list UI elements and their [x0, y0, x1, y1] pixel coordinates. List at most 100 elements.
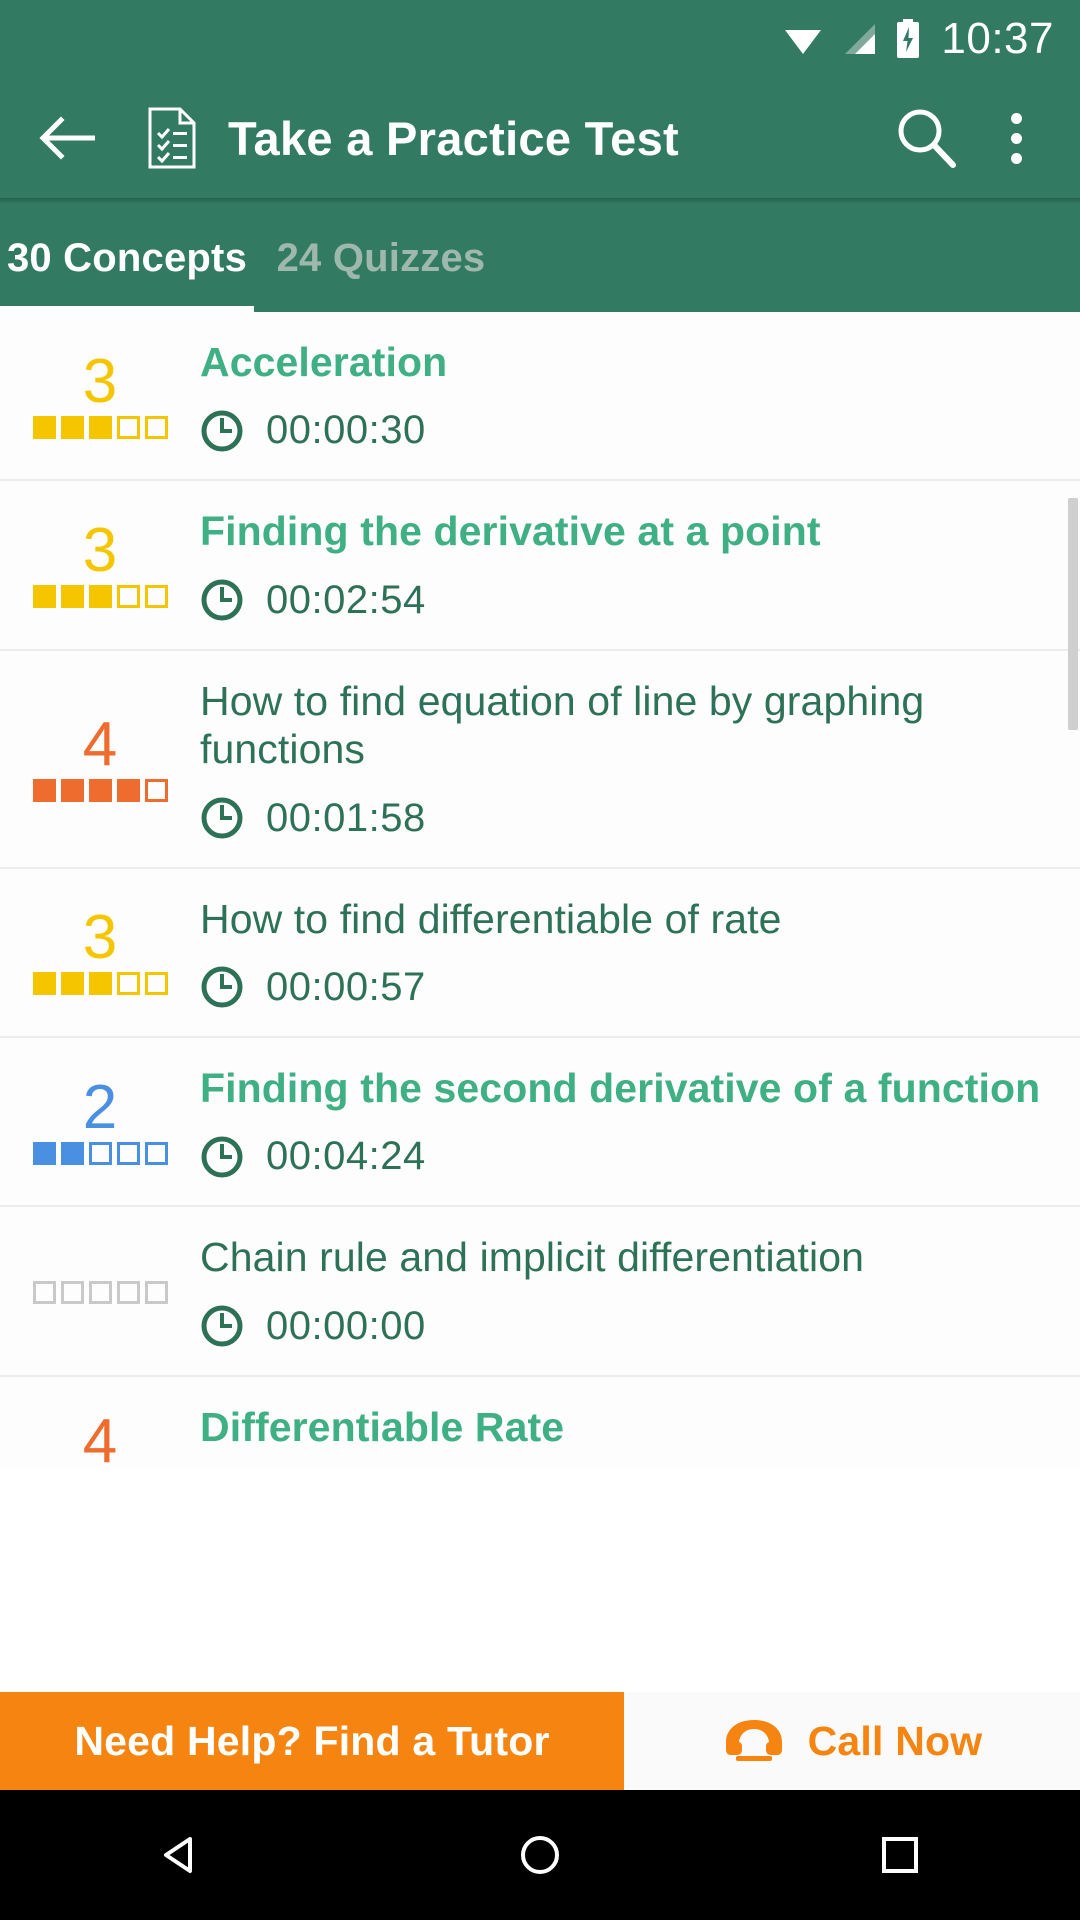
score-badge: 3	[0, 907, 200, 996]
score-square-filled	[60, 415, 84, 439]
score-square-empty	[116, 972, 140, 996]
back-button[interactable]	[34, 103, 104, 173]
concept-title[interactable]: Acceleration	[200, 338, 1050, 386]
concept-row[interactable]: 2 Finding the second derivative of a func…	[0, 1037, 1080, 1208]
concept-row[interactable]: 4 How to find equation of line by graphin…	[0, 650, 1080, 869]
concept-row[interactable]: 3 Finding the derivative at a point 00:02:…	[0, 481, 1080, 651]
page-title: Take a Practice Test	[228, 111, 680, 165]
score-square-filled	[32, 778, 56, 802]
find-tutor-button[interactable]: Need Help? Find a Tutor	[0, 1692, 624, 1790]
concept-time: 00:00:30	[200, 408, 1050, 453]
signal-icon	[839, 22, 879, 56]
score-square-filled	[116, 778, 140, 802]
tab-bar: 30 Concepts 24 Quizzes	[0, 204, 1080, 312]
score-square-filled	[32, 972, 56, 996]
concept-time-value: 00:02:54	[266, 577, 426, 622]
score-badge: 2	[0, 1076, 200, 1165]
clock-icon	[200, 1304, 244, 1348]
nav-back-button[interactable]	[105, 1790, 255, 1920]
concept-content: Acceleration 00:00:30	[200, 312, 1080, 479]
more-vertical-icon	[1010, 112, 1022, 124]
call-now-button[interactable]: Call Now	[624, 1692, 1080, 1790]
concept-time: 00:00:00	[200, 1304, 1050, 1349]
tab-quizzes-label: 24 Quizzes	[276, 235, 486, 280]
clock-icon	[200, 409, 244, 453]
score-square-empty	[144, 1281, 168, 1305]
score-squares	[32, 585, 168, 608]
concept-content: How to find equation of line by graphing…	[200, 651, 1080, 867]
concept-title[interactable]: How to find equation of line by graphing…	[200, 677, 1050, 774]
score-square-filled	[32, 415, 56, 439]
score-badge: 4	[0, 709, 200, 802]
overflow-menu-button[interactable]	[986, 100, 1046, 176]
concept-row[interactable]: 3 How to find differentiable of rate 00:00…	[0, 868, 1080, 1038]
search-button[interactable]	[888, 100, 964, 176]
concept-title[interactable]: Chain rule and implicit differentiation	[200, 1233, 1050, 1281]
clock-icon	[200, 796, 244, 840]
status-bar-clock: 10:37	[941, 14, 1054, 63]
score-badge	[0, 1277, 200, 1305]
more-vertical-icon	[1010, 152, 1022, 164]
score-number: 4	[82, 1406, 118, 1468]
find-tutor-label: Need Help? Find a Tutor	[74, 1717, 550, 1764]
concept-row[interactable]: 4 Differentiable Rate	[0, 1376, 1080, 1468]
clock-icon	[200, 578, 244, 622]
tutor-banner: Need Help? Find a Tutor Call Now	[0, 1692, 1080, 1790]
score-square-filled	[60, 1141, 84, 1165]
concept-title[interactable]: Finding the second derivative of a funct…	[200, 1064, 1050, 1112]
concept-time: 00:01:58	[200, 796, 1050, 841]
tab-quizzes[interactable]: 24 Quizzes	[254, 204, 508, 312]
score-number: 3	[82, 516, 118, 586]
concept-title[interactable]: Finding the derivative at a point	[200, 507, 1050, 555]
concept-content: Differentiable Rate	[200, 1377, 1080, 1468]
concept-title[interactable]: Differentiable Rate	[200, 1403, 1050, 1451]
concept-content: Finding the derivative at a point 00:02:5…	[200, 481, 1080, 648]
concept-time-value: 00:04:24	[266, 1134, 426, 1179]
score-square-empty	[116, 415, 140, 439]
phone-icon	[722, 1716, 786, 1766]
concept-time: 00:00:57	[200, 965, 1050, 1010]
score-square-empty	[144, 778, 168, 802]
status-bar-icons	[783, 19, 921, 59]
concept-time-value: 00:00:30	[266, 408, 426, 453]
tab-concepts[interactable]: 30 Concepts	[0, 204, 254, 312]
tab-concepts-label: 30 Concepts	[6, 235, 248, 280]
score-badge: 4	[0, 1406, 200, 1468]
concept-time: 00:02:54	[200, 578, 1050, 623]
clock-icon	[200, 965, 244, 1009]
concept-title[interactable]: How to find differentiable of rate	[200, 895, 1050, 943]
concept-time-value: 00:00:00	[266, 1303, 426, 1348]
score-square-empty	[88, 1281, 112, 1305]
practice-test-document-icon	[144, 105, 200, 171]
android-nav-bar	[0, 1790, 1080, 1920]
concept-time-value: 00:00:57	[266, 964, 426, 1009]
score-square-empty	[116, 1141, 140, 1165]
battery-charging-icon	[895, 19, 921, 59]
score-square-empty	[116, 1281, 140, 1305]
scrollbar-thumb[interactable]	[1068, 498, 1078, 730]
score-square-filled	[88, 415, 112, 439]
concept-row[interactable]: Chain rule and implicit differentiation 0…	[0, 1207, 1080, 1377]
call-now-label: Call Now	[807, 1717, 983, 1764]
score-squares	[32, 1141, 168, 1165]
more-vertical-icon	[1010, 132, 1022, 144]
score-square-filled	[88, 585, 112, 608]
score-squares	[32, 1281, 168, 1305]
score-square-filled	[88, 972, 112, 996]
score-badge: 3	[0, 516, 200, 608]
score-square-filled	[60, 585, 84, 608]
concept-list[interactable]: 3 Acceleration 00:00:30 3 Finding the deriva…	[0, 312, 1080, 1468]
concept-content: Chain rule and implicit differentiation 0…	[200, 1207, 1080, 1374]
concept-time: 00:04:24	[200, 1134, 1050, 1179]
score-square-empty	[32, 1281, 56, 1305]
concept-row[interactable]: 3 Acceleration 00:00:30	[0, 312, 1080, 482]
concept-time-value: 00:01:58	[266, 795, 426, 840]
status-bar: 10:37	[0, 0, 1080, 78]
score-number: 4	[82, 709, 118, 779]
nav-home-button[interactable]	[465, 1790, 615, 1920]
nav-recents-button[interactable]	[825, 1790, 975, 1920]
score-square-empty	[144, 972, 168, 996]
clock-icon	[200, 1135, 244, 1179]
score-squares	[32, 972, 168, 996]
app-bar: Take a Practice Test	[0, 78, 1080, 198]
